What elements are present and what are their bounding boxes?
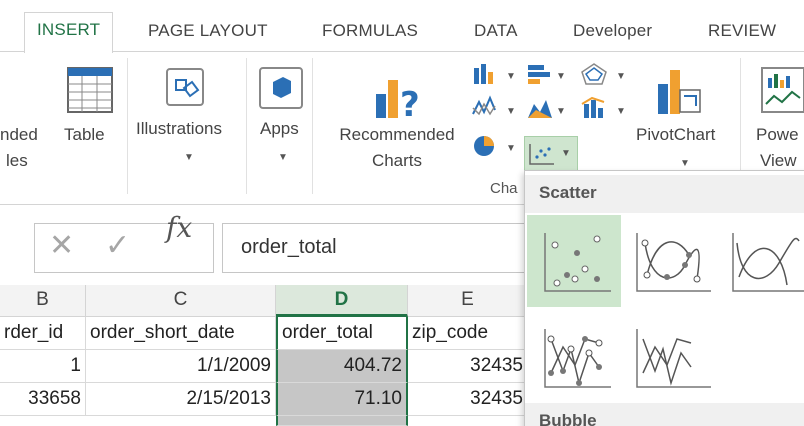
column-chart-icon: ▼: [474, 64, 516, 84]
svg-text:▼: ▼: [506, 71, 516, 82]
table-cell-selected[interactable]: [276, 416, 408, 426]
scatter-smooth-markers-icon: [636, 233, 711, 292]
svg-text:▼: ▼: [556, 71, 566, 82]
ribbon-separator: [246, 58, 247, 194]
section-scatter: Scatter: [525, 175, 804, 213]
illustrations-label: Illustrations: [136, 119, 222, 138]
scatter-markers-icon: [544, 233, 611, 292]
table-cell[interactable]: 33658: [0, 383, 86, 416]
scatter-option[interactable]: [527, 215, 621, 307]
table-cell[interactable]: order_short_date: [86, 317, 276, 350]
area-chart-icon: ▼: [528, 100, 566, 118]
chart-types-column-3: ▼ ▼: [581, 63, 626, 118]
table-cell[interactable]: rder_id: [0, 317, 86, 350]
insert-function-icon[interactable]: fx: [166, 211, 192, 244]
chevron-down-icon: ▼: [278, 152, 288, 163]
svg-text:?: ?: [400, 85, 420, 120]
scatter-chart-icon: [529, 144, 554, 165]
table-label: Table: [64, 125, 105, 144]
column-header-c[interactable]: C: [86, 285, 276, 317]
tab-developer[interactable]: Developer: [573, 14, 652, 52]
bar-chart-icon: ▼: [528, 65, 566, 84]
scatter-dropdown: Scatter Bubble: [524, 170, 804, 426]
chart-types-column-2: ▼ ▼: [528, 65, 566, 118]
tab-review[interactable]: REVIEW: [708, 14, 776, 52]
ribbon-separator: [312, 58, 313, 194]
column-header-d[interactable]: D: [276, 285, 408, 317]
power-view-label-1: Powe: [756, 125, 799, 144]
scatter-chart-button[interactable]: ▼: [524, 136, 578, 172]
table-icon: [67, 67, 113, 113]
pivotchart-icon: [658, 70, 701, 114]
table-cell[interactable]: zip_code: [408, 317, 528, 350]
pivot-table-label-2: les: [6, 151, 28, 170]
chevron-down-icon: ▼: [561, 148, 571, 159]
enter-icon[interactable]: ✓: [105, 228, 130, 263]
formula-content: order_total: [241, 236, 337, 258]
apps-icon: [259, 67, 303, 109]
table-cell[interactable]: 1: [0, 350, 86, 383]
table-cell-selected[interactable]: 71.10: [276, 383, 408, 416]
svg-text:▼: ▼: [506, 143, 516, 154]
ribbon-separator: [127, 58, 128, 194]
tab-formulas[interactable]: FORMULAS: [322, 14, 418, 52]
chart-types-column-1: ▼ ▼ ▼: [472, 64, 516, 156]
scatter-straight-icon: [636, 329, 711, 388]
illustrations-icon: [166, 68, 204, 106]
recommended-charts-label-1: Recommended: [339, 125, 455, 144]
scatter-straight-markers-option[interactable]: [527, 313, 621, 405]
scatter-straight-option[interactable]: [627, 313, 721, 405]
table-cell-active[interactable]: order_total: [276, 317, 408, 350]
section-bubble: Bubble: [525, 403, 804, 426]
table-cell-selected[interactable]: 404.72: [276, 350, 408, 383]
tab-data[interactable]: DATA: [474, 14, 518, 52]
combo-chart-icon: ▼: [581, 96, 626, 118]
recommended-charts-icon: ?: [376, 80, 420, 120]
scatter-smooth-option[interactable]: [725, 215, 804, 307]
apps-label: Apps: [260, 119, 299, 138]
pivot-table-label-1: nded: [0, 125, 38, 144]
scatter-smooth-icon: [732, 233, 804, 292]
scatter-straight-markers-icon: [544, 329, 611, 388]
svg-text:▼: ▼: [616, 71, 626, 82]
power-view-icon: [761, 67, 804, 113]
cancel-icon[interactable]: ✕: [49, 228, 74, 263]
svg-text:▼: ▼: [506, 106, 516, 117]
scatter-smooth-markers-option[interactable]: [627, 215, 721, 307]
charts-group-label: Cha: [490, 180, 518, 197]
column-header-e[interactable]: E: [408, 285, 528, 317]
pie-chart-icon: ▼: [474, 136, 516, 156]
radar-chart-icon: ▼: [581, 63, 626, 85]
svg-text:▼: ▼: [556, 106, 566, 117]
chevron-down-icon: ▼: [184, 152, 194, 163]
column-header-b[interactable]: B: [0, 285, 86, 317]
table-cell[interactable]: 32435: [408, 383, 528, 416]
pivotchart-label: PivotChart: [636, 125, 716, 144]
svg-text:▼: ▼: [616, 106, 626, 117]
table-cell[interactable]: 2/15/2013: [86, 383, 276, 416]
ribbon-tabs: INSERT PAGE LAYOUT FORMULAS DATA Develop…: [0, 0, 804, 53]
table-cell[interactable]: 32435: [408, 350, 528, 383]
tab-insert[interactable]: INSERT: [24, 12, 114, 53]
line-chart-icon: ▼: [472, 95, 516, 117]
tab-page-layout[interactable]: PAGE LAYOUT: [148, 14, 268, 52]
chevron-down-icon: ▼: [680, 158, 690, 169]
table-cell[interactable]: 1/1/2009: [86, 350, 276, 383]
recommended-charts-label-2: Charts: [371, 151, 423, 170]
